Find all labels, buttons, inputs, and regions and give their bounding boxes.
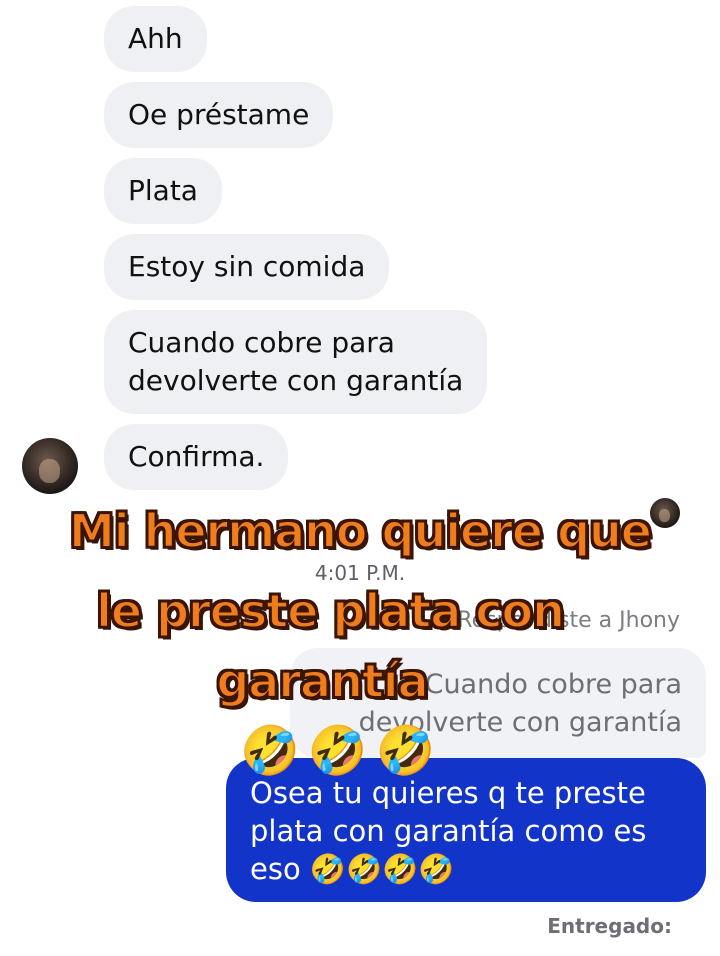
message-bubble-incoming[interactable]: Estoy sin comida xyxy=(104,234,390,300)
avatar-face-icon xyxy=(38,459,61,483)
sender-avatar[interactable] xyxy=(22,438,78,494)
message-text: Confirma. xyxy=(128,440,265,473)
message-text-line: plata con garantía como es xyxy=(250,814,647,848)
message-text: Estoy sin comida xyxy=(128,250,366,283)
overlay-caption-line: Mi hermano quiere que xyxy=(68,503,653,559)
message-text-line: eso 🤣🤣🤣🤣 xyxy=(250,852,455,886)
message-text-line: Cuando cobre para xyxy=(128,326,395,359)
overlay-caption-line: le preste plata con xyxy=(95,583,566,639)
delivery-status: Entregado: xyxy=(547,914,672,938)
message-bubble-outgoing[interactable]: Osea tu quieres q te preste plata con ga… xyxy=(226,758,706,902)
message-bubble-incoming[interactable]: Cuando cobre para devolverte con garantí… xyxy=(104,310,488,414)
message-bubble-incoming[interactable]: Plata xyxy=(104,158,222,224)
message-bubble-incoming[interactable]: Confirma. xyxy=(104,424,289,490)
laughing-emoji-icon: 🤣🤣🤣 xyxy=(240,723,444,779)
overlay-caption-line: garantía xyxy=(215,653,429,709)
message-text: Plata xyxy=(128,174,198,207)
message-bubble-incoming[interactable]: Ahh xyxy=(104,6,207,72)
message-text-line: devolverte con garantía xyxy=(128,364,464,397)
message-bubble-incoming[interactable]: Oe préstame xyxy=(104,82,334,148)
chat-screen: Ahh Oe préstame Plata Estoy sin comida C… xyxy=(0,0,720,956)
message-text-line: Osea tu quieres q te preste xyxy=(250,776,646,810)
message-timestamp: 4:01 P.M. xyxy=(314,561,406,585)
message-text: Oe préstame xyxy=(128,98,310,131)
message-text: Ahh xyxy=(128,22,183,55)
